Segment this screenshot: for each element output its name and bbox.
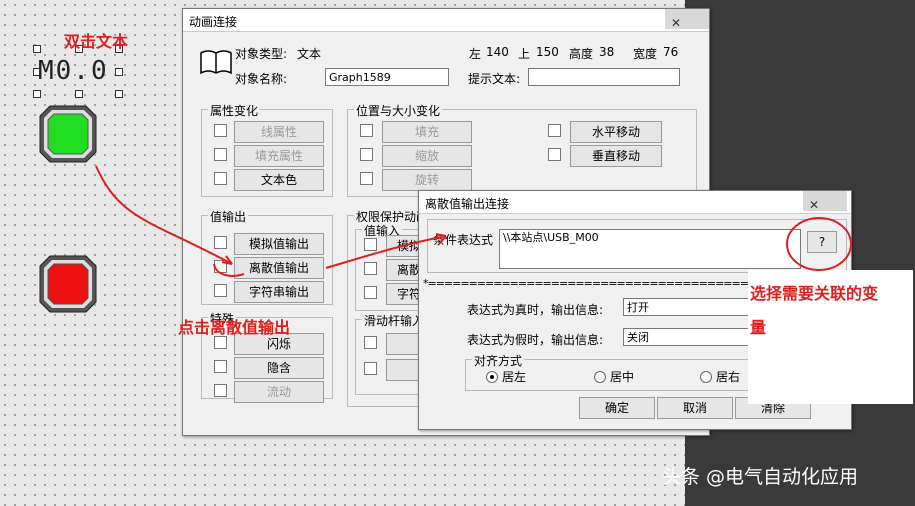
hmove-checkbox[interactable] xyxy=(548,124,561,137)
subdialog-close-button[interactable]: ✕ xyxy=(803,191,847,212)
height-value: 38 xyxy=(599,45,615,59)
discrete-in-checkbox[interactable] xyxy=(364,262,377,275)
scale-button[interactable]: 缩放 xyxy=(382,145,472,167)
text-color-button[interactable]: 文本色 xyxy=(234,169,324,191)
position-size-group: 位置与大小变化 填充 缩放 旋转 水平移动 垂直移动 xyxy=(347,102,697,197)
ok-button[interactable]: 确定 xyxy=(579,397,655,419)
string-out-checkbox[interactable] xyxy=(214,284,227,297)
selection-handle[interactable] xyxy=(115,68,123,76)
hint-text-label: 提示文本: xyxy=(468,72,521,86)
true-output-label: 表达式为真时，输出信息: xyxy=(467,303,604,317)
condition-label: 条件表达式 xyxy=(433,233,494,247)
watermark: 头条 @电气自动化应用 xyxy=(662,466,859,488)
hide-checkbox[interactable] xyxy=(214,360,227,373)
left-label: 左 xyxy=(469,47,482,61)
value-output-group: 值输出 模拟值输出 离散值输出 字符串输出 xyxy=(201,208,333,305)
selected-text-object[interactable]: M0.0 xyxy=(38,56,109,86)
annotation-select-var-2: 量 xyxy=(750,318,767,337)
browse-variable-button[interactable]: ? xyxy=(807,231,837,253)
slider-v-checkbox[interactable] xyxy=(364,362,377,375)
close-button[interactable]: ✕ xyxy=(665,9,709,30)
analog-out-checkbox[interactable] xyxy=(214,236,227,249)
hmove-button[interactable]: 水平移动 xyxy=(570,121,662,143)
group-label: 滑动杆输入 xyxy=(362,312,427,329)
align-right-radio[interactable] xyxy=(700,371,712,383)
analog-in-checkbox[interactable] xyxy=(364,238,377,251)
subdialog-title-bar[interactable]: 离散值输出连接 ✕ xyxy=(419,191,851,214)
false-output-label: 表达式为假时，输出信息: xyxy=(467,333,604,347)
dialog-title: 动画连接 xyxy=(189,15,238,29)
green-lamp[interactable] xyxy=(38,104,98,164)
fill-checkbox[interactable] xyxy=(360,124,373,137)
fill-attr-checkbox[interactable] xyxy=(214,148,227,161)
group-label: 值输出 xyxy=(208,208,249,225)
object-name-input[interactable]: Graph1589 xyxy=(325,68,449,86)
condition-input[interactable]: \\本站点\USB_M00 xyxy=(499,229,801,269)
hint-text-input[interactable] xyxy=(528,68,680,86)
scale-checkbox[interactable] xyxy=(360,148,373,161)
attribute-change-group: 属性变化 线属性 填充属性 文本色 xyxy=(201,102,333,197)
annotation-select-var-1: 选择需要关联的变 xyxy=(750,284,879,303)
close-icon: ✕ xyxy=(809,198,820,212)
align-left-label: 居左 xyxy=(502,370,527,384)
selection-handle[interactable] xyxy=(33,90,41,98)
group-label: 对齐方式 xyxy=(472,352,525,369)
width-value: 76 xyxy=(663,45,679,59)
object-type-value: 文本 xyxy=(297,47,322,61)
close-icon: ✕ xyxy=(671,16,682,30)
book-icon xyxy=(200,50,232,75)
discrete-output-button[interactable]: 离散值输出 xyxy=(234,257,324,279)
flow-button[interactable]: 流动 xyxy=(234,381,324,403)
object-type-label: 对象类型: xyxy=(235,47,288,61)
rotate-button[interactable]: 旋转 xyxy=(382,169,472,191)
group-label: 属性变化 xyxy=(208,102,261,119)
discrete-out-checkbox[interactable] xyxy=(214,260,227,273)
dialog-title-bar[interactable]: 动画连接 ✕ xyxy=(183,9,709,32)
subdialog-title: 离散值输出连接 xyxy=(425,197,510,211)
red-lamp[interactable] xyxy=(38,254,98,314)
hide-button[interactable]: 隐含 xyxy=(234,357,324,379)
top-value: 150 xyxy=(536,45,559,59)
text-color-checkbox[interactable] xyxy=(214,172,227,185)
line-attr-button[interactable]: 线属性 xyxy=(234,121,324,143)
selection-handle[interactable] xyxy=(75,90,83,98)
selection-handle[interactable] xyxy=(33,45,41,53)
cancel-button[interactable]: 取消 xyxy=(657,397,733,419)
slider-h-checkbox[interactable] xyxy=(364,336,377,349)
width-label: 宽度 xyxy=(633,47,658,61)
top-label: 上 xyxy=(518,47,531,61)
flow-checkbox[interactable] xyxy=(214,384,227,397)
string-output-button[interactable]: 字符串输出 xyxy=(234,281,324,303)
left-value: 140 xyxy=(486,45,509,59)
align-right-label: 居右 xyxy=(716,370,741,384)
fill-attr-button[interactable]: 填充属性 xyxy=(234,145,324,167)
selection-handle[interactable] xyxy=(115,90,123,98)
object-name-label: 对象名称: xyxy=(235,72,288,86)
height-label: 高度 xyxy=(569,47,594,61)
vmove-checkbox[interactable] xyxy=(548,148,561,161)
align-center-radio[interactable] xyxy=(594,371,606,383)
string-in-checkbox[interactable] xyxy=(364,286,377,299)
align-center-label: 居中 xyxy=(610,370,635,384)
annotation-click-discrete: 点击离散值输出 xyxy=(178,318,291,337)
annotation-double-click: 双击文本 xyxy=(64,32,129,51)
align-left-radio[interactable] xyxy=(486,371,498,383)
line-attr-checkbox[interactable] xyxy=(214,124,227,137)
fill-button[interactable]: 填充 xyxy=(382,121,472,143)
analog-output-button[interactable]: 模拟值输出 xyxy=(234,233,324,255)
rotate-checkbox[interactable] xyxy=(360,172,373,185)
vmove-button[interactable]: 垂直移动 xyxy=(570,145,662,167)
group-label: 位置与大小变化 xyxy=(354,102,443,119)
